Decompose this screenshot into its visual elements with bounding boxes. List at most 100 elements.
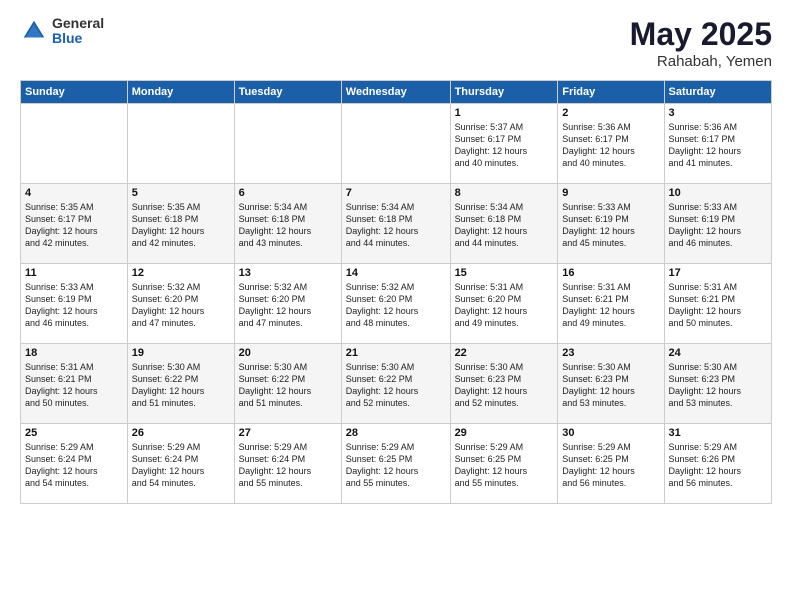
header-sunday: Sunday <box>21 81 128 104</box>
table-row: 15 Sunrise: 5:31 AM Sunset: 6:20 PM Dayli… <box>450 264 558 344</box>
page: General Blue May 2025 Rahabah, Yemen Sun… <box>0 0 792 612</box>
day-number: 22 <box>455 347 554 359</box>
day-info: Sunrise: 5:29 AM Sunset: 6:25 PM Dayligh… <box>562 441 659 490</box>
calendar-title: May 2025 <box>630 16 772 53</box>
day-number: 25 <box>25 427 123 439</box>
table-row: 17 Sunrise: 5:31 AM Sunset: 6:21 PM Dayli… <box>664 264 771 344</box>
table-row: 19 Sunrise: 5:30 AM Sunset: 6:22 PM Dayli… <box>127 344 234 424</box>
table-row: 6 Sunrise: 5:34 AM Sunset: 6:18 PM Daylig… <box>234 184 341 264</box>
day-info: Sunrise: 5:31 AM Sunset: 6:21 PM Dayligh… <box>669 281 767 330</box>
calendar-location: Rahabah, Yemen <box>630 53 772 70</box>
day-number: 6 <box>239 187 337 199</box>
table-row: 30 Sunrise: 5:29 AM Sunset: 6:25 PM Dayli… <box>558 424 664 504</box>
calendar-header-row: Sunday Monday Tuesday Wednesday Thursday… <box>21 81 772 104</box>
table-row: 28 Sunrise: 5:29 AM Sunset: 6:25 PM Dayli… <box>341 424 450 504</box>
table-row: 24 Sunrise: 5:30 AM Sunset: 6:23 PM Dayli… <box>664 344 771 424</box>
day-number: 31 <box>669 427 767 439</box>
header-tuesday: Tuesday <box>234 81 341 104</box>
day-number: 19 <box>132 347 230 359</box>
table-row <box>21 104 128 184</box>
day-number: 18 <box>25 347 123 359</box>
day-number: 28 <box>346 427 446 439</box>
day-number: 21 <box>346 347 446 359</box>
table-row: 14 Sunrise: 5:32 AM Sunset: 6:20 PM Dayli… <box>341 264 450 344</box>
day-number: 5 <box>132 187 230 199</box>
day-info: Sunrise: 5:32 AM Sunset: 6:20 PM Dayligh… <box>132 281 230 330</box>
day-info: Sunrise: 5:31 AM Sunset: 6:21 PM Dayligh… <box>25 361 123 410</box>
day-number: 10 <box>669 187 767 199</box>
table-row: 5 Sunrise: 5:35 AM Sunset: 6:18 PM Daylig… <box>127 184 234 264</box>
day-info: Sunrise: 5:34 AM Sunset: 6:18 PM Dayligh… <box>346 201 446 250</box>
day-number: 29 <box>455 427 554 439</box>
day-number: 15 <box>455 267 554 279</box>
day-info: Sunrise: 5:30 AM Sunset: 6:22 PM Dayligh… <box>239 361 337 410</box>
day-number: 13 <box>239 267 337 279</box>
calendar-week-5: 25 Sunrise: 5:29 AM Sunset: 6:24 PM Dayli… <box>21 424 772 504</box>
table-row: 12 Sunrise: 5:32 AM Sunset: 6:20 PM Dayli… <box>127 264 234 344</box>
day-info: Sunrise: 5:29 AM Sunset: 6:24 PM Dayligh… <box>132 441 230 490</box>
table-row: 16 Sunrise: 5:31 AM Sunset: 6:21 PM Dayli… <box>558 264 664 344</box>
day-number: 24 <box>669 347 767 359</box>
day-info: Sunrise: 5:33 AM Sunset: 6:19 PM Dayligh… <box>562 201 659 250</box>
calendar-week-1: 1Sunrise: 5:37 AM Sunset: 6:17 PM Daylig… <box>21 104 772 184</box>
day-info: Sunrise: 5:30 AM Sunset: 6:23 PM Dayligh… <box>455 361 554 410</box>
day-number: 20 <box>239 347 337 359</box>
day-info: Sunrise: 5:34 AM Sunset: 6:18 PM Dayligh… <box>239 201 337 250</box>
day-info: Sunrise: 5:30 AM Sunset: 6:22 PM Dayligh… <box>132 361 230 410</box>
table-row: 27 Sunrise: 5:29 AM Sunset: 6:24 PM Dayli… <box>234 424 341 504</box>
day-info: Sunrise: 5:29 AM Sunset: 6:24 PM Dayligh… <box>239 441 337 490</box>
header: General Blue May 2025 Rahabah, Yemen <box>20 16 772 70</box>
calendar-week-4: 18 Sunrise: 5:31 AM Sunset: 6:21 PM Dayli… <box>21 344 772 424</box>
table-row: 1Sunrise: 5:37 AM Sunset: 6:17 PM Daylig… <box>450 104 558 184</box>
table-row: 25 Sunrise: 5:29 AM Sunset: 6:24 PM Dayli… <box>21 424 128 504</box>
table-row <box>341 104 450 184</box>
day-info: Sunrise: 5:37 AM Sunset: 6:17 PM Dayligh… <box>455 121 554 170</box>
table-row <box>234 104 341 184</box>
day-number: 12 <box>132 267 230 279</box>
table-row: 26 Sunrise: 5:29 AM Sunset: 6:24 PM Dayli… <box>127 424 234 504</box>
day-info: Sunrise: 5:36 AM Sunset: 6:17 PM Dayligh… <box>669 121 767 170</box>
day-info: Sunrise: 5:31 AM Sunset: 6:21 PM Dayligh… <box>562 281 659 330</box>
day-number: 16 <box>562 267 659 279</box>
table-row: 21 Sunrise: 5:30 AM Sunset: 6:22 PM Dayli… <box>341 344 450 424</box>
table-row: 4Sunrise: 5:35 AM Sunset: 6:17 PM Daylig… <box>21 184 128 264</box>
table-row: 29Sunrise: 5:29 AM Sunset: 6:25 PM Dayli… <box>450 424 558 504</box>
day-info: Sunrise: 5:29 AM Sunset: 6:24 PM Dayligh… <box>25 441 123 490</box>
day-number: 26 <box>132 427 230 439</box>
day-info: Sunrise: 5:30 AM Sunset: 6:22 PM Dayligh… <box>346 361 446 410</box>
table-row: 23Sunrise: 5:30 AM Sunset: 6:23 PM Dayli… <box>558 344 664 424</box>
table-row: 3 Sunrise: 5:36 AM Sunset: 6:17 PM Daylig… <box>664 104 771 184</box>
table-row: 18 Sunrise: 5:31 AM Sunset: 6:21 PM Dayli… <box>21 344 128 424</box>
table-row: 7Sunrise: 5:34 AM Sunset: 6:18 PM Daylig… <box>341 184 450 264</box>
day-number: 30 <box>562 427 659 439</box>
calendar-table: Sunday Monday Tuesday Wednesday Thursday… <box>20 80 772 504</box>
table-row: 13Sunrise: 5:32 AM Sunset: 6:20 PM Dayli… <box>234 264 341 344</box>
table-row: 8Sunrise: 5:34 AM Sunset: 6:18 PM Daylig… <box>450 184 558 264</box>
day-info: Sunrise: 5:30 AM Sunset: 6:23 PM Dayligh… <box>669 361 767 410</box>
table-row: 9 Sunrise: 5:33 AM Sunset: 6:19 PM Daylig… <box>558 184 664 264</box>
day-info: Sunrise: 5:29 AM Sunset: 6:25 PM Dayligh… <box>346 441 446 490</box>
day-info: Sunrise: 5:30 AM Sunset: 6:23 PM Dayligh… <box>562 361 659 410</box>
day-number: 9 <box>562 187 659 199</box>
day-number: 3 <box>669 107 767 119</box>
day-number: 8 <box>455 187 554 199</box>
day-info: Sunrise: 5:36 AM Sunset: 6:17 PM Dayligh… <box>562 121 659 170</box>
header-wednesday: Wednesday <box>341 81 450 104</box>
day-number: 27 <box>239 427 337 439</box>
day-number: 17 <box>669 267 767 279</box>
day-info: Sunrise: 5:35 AM Sunset: 6:18 PM Dayligh… <box>132 201 230 250</box>
day-info: Sunrise: 5:33 AM Sunset: 6:19 PM Dayligh… <box>669 201 767 250</box>
day-info: Sunrise: 5:31 AM Sunset: 6:20 PM Dayligh… <box>455 281 554 330</box>
logo: General Blue <box>20 16 104 47</box>
table-row <box>127 104 234 184</box>
logo-icon <box>20 17 48 45</box>
table-row: 10 Sunrise: 5:33 AM Sunset: 6:19 PM Dayli… <box>664 184 771 264</box>
title-block: May 2025 Rahabah, Yemen <box>630 16 772 70</box>
day-info: Sunrise: 5:33 AM Sunset: 6:19 PM Dayligh… <box>25 281 123 330</box>
day-number: 11 <box>25 267 123 279</box>
logo-general-label: General <box>52 16 104 31</box>
day-number: 4 <box>25 187 123 199</box>
day-info: Sunrise: 5:32 AM Sunset: 6:20 PM Dayligh… <box>346 281 446 330</box>
table-row: 11 Sunrise: 5:33 AM Sunset: 6:19 PM Dayli… <box>21 264 128 344</box>
day-number: 14 <box>346 267 446 279</box>
